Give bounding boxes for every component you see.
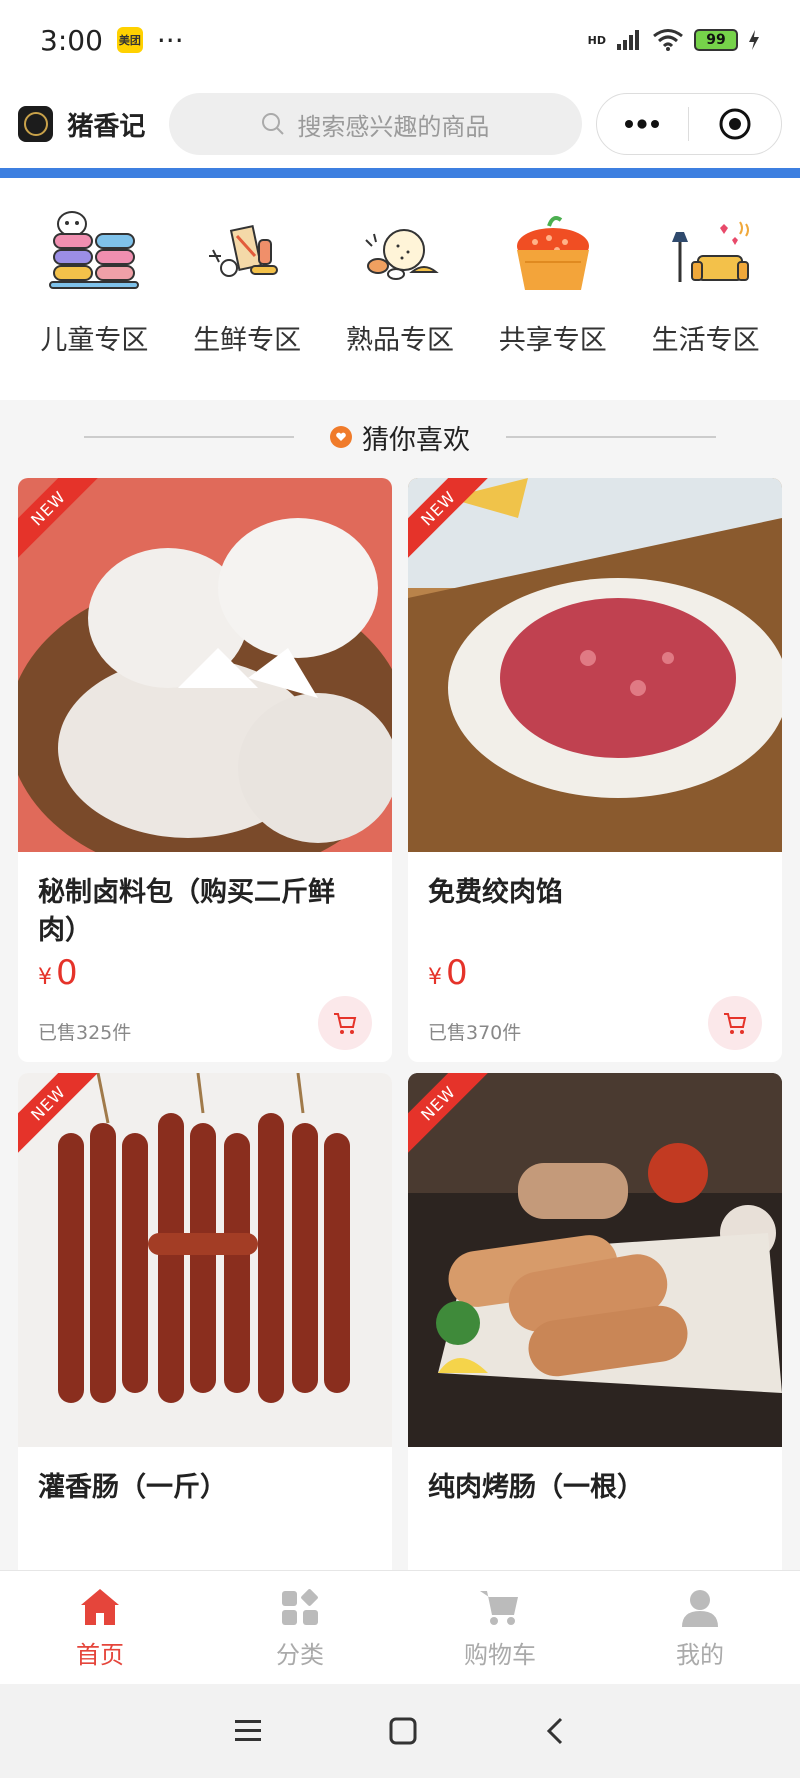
product-name: 灌香肠（一斤） — [38, 1472, 227, 1503]
share-basket-icon — [516, 216, 589, 290]
product-name: 秘制卤料包（购买二斤鲜肉） — [38, 877, 335, 946]
tab-home[interactable]: 首页 — [0, 1571, 200, 1685]
search-input[interactable]: 搜索感兴趣的商品 — [169, 93, 582, 155]
mini-program-header: 猪香记 搜索感兴趣的商品 — [0, 80, 800, 168]
more-dots-icon — [625, 119, 660, 129]
sold-count: 已售370件 — [428, 1022, 522, 1044]
product-card[interactable]: NEW 免费绞肉馅 ¥0 已售370件 — [408, 478, 782, 1062]
close-miniprogram-button[interactable] — [689, 94, 781, 154]
home-icon — [81, 1588, 119, 1625]
cart-icon — [480, 1590, 518, 1625]
product-price: ¥0 — [428, 953, 468, 993]
category-label: 熟品专区 — [345, 325, 454, 356]
tab-bar: 首页 分类 购物车 我的 — [0, 1570, 800, 1685]
section-header: 猜你喜欢 — [0, 400, 800, 474]
target-close-icon — [719, 108, 751, 140]
tab-label: 分类 — [276, 1640, 324, 1669]
status-time: 3:00 — [40, 23, 103, 57]
product-image: NEW — [18, 1073, 392, 1447]
tab-label: 首页 — [76, 1640, 124, 1669]
product-card[interactable]: NEW 灌香肠（一斤） — [18, 1073, 392, 1570]
system-navigation-bar — [0, 1684, 800, 1778]
product-name: 免费绞肉馅 — [428, 877, 563, 908]
category-label: 生鲜专区 — [193, 325, 302, 356]
back-icon[interactable] — [543, 1716, 567, 1746]
category-living[interactable]: 生活专区 — [636, 178, 776, 400]
product-card[interactable]: NEW 纯肉烤肠（一根） — [408, 1073, 782, 1570]
more-options-button[interactable] — [597, 94, 689, 154]
cart-icon — [724, 1013, 747, 1034]
user-icon — [682, 1589, 718, 1627]
status-bar: 3:00 美团 ··· HD 99 — [0, 0, 800, 80]
product-image: NEW — [408, 1073, 782, 1447]
tab-cart[interactable]: 购物车 — [400, 1571, 600, 1685]
cooked-food-icon — [365, 229, 439, 280]
tab-label: 我的 — [676, 1640, 724, 1669]
category-label: 共享专区 — [498, 325, 607, 356]
category-kids[interactable]: 儿童专区 — [24, 178, 164, 400]
signal-icon — [617, 30, 639, 50]
menu-icon[interactable] — [233, 1717, 263, 1745]
shop-logo[interactable] — [18, 106, 54, 142]
cart-icon — [334, 1013, 357, 1034]
shop-name[interactable]: 猪香记 — [67, 106, 145, 143]
add-to-cart-button[interactable] — [708, 996, 762, 1050]
meituan-badge-icon: 美团 — [116, 27, 143, 53]
category-share[interactable]: 共享专区 — [483, 178, 623, 400]
product-image: NEW — [18, 478, 392, 852]
section-title: 猜你喜欢 — [362, 424, 470, 456]
add-to-cart-button[interactable] — [318, 996, 372, 1050]
hd-label: HD — [587, 33, 606, 47]
category-label: 儿童专区 — [40, 325, 149, 356]
category-fresh[interactable]: 生鲜专区 — [177, 178, 317, 400]
battery-icon: 99 — [694, 29, 738, 51]
product-price: ¥0 — [38, 953, 78, 993]
tab-profile[interactable]: 我的 — [600, 1571, 800, 1685]
home-square-icon[interactable] — [388, 1716, 418, 1746]
category-label: 生活专区 — [651, 325, 760, 356]
heart-icon — [330, 426, 352, 448]
product-card[interactable]: NEW 秘制卤料包（购买二斤鲜肉） ¥0 已售325件 — [18, 478, 392, 1062]
search-icon — [262, 113, 285, 135]
capsule-menu — [595, 93, 782, 155]
category-icon — [282, 1588, 318, 1625]
category-row: 儿童专区 生鲜专区 熟品专区 共享专区 生活专区 — [0, 178, 800, 400]
living-room-icon — [671, 221, 749, 282]
tab-label: 购物车 — [464, 1640, 536, 1669]
product-grid: NEW 秘制卤料包（购买二斤鲜肉） ¥0 已售325件 NEW 免费绞肉馅 ¥ — [18, 478, 782, 1570]
product-name: 纯肉烤肠（一根） — [428, 1472, 644, 1503]
category-cooked[interactable]: 熟品专区 — [330, 178, 470, 400]
product-image: NEW — [408, 478, 782, 852]
charging-icon — [749, 30, 759, 50]
sold-count: 已售325件 — [38, 1022, 132, 1044]
search-placeholder: 搜索感兴趣的商品 — [297, 112, 490, 141]
tab-category[interactable]: 分类 — [200, 1571, 400, 1685]
wifi-icon — [653, 29, 683, 51]
header-accent-bar — [0, 168, 800, 178]
fresh-food-icon — [209, 224, 279, 277]
macaron-stack-icon — [49, 211, 140, 289]
status-more: ··· — [156, 23, 184, 57]
